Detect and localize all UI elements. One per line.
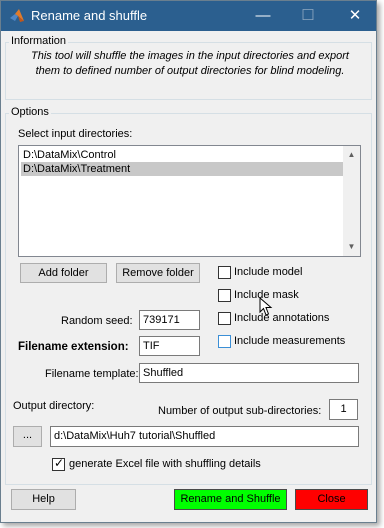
include-measurements-label: Include measurements — [234, 335, 346, 347]
input-dirs-label: Select input directories: — [18, 128, 133, 140]
random-seed-label: Random seed: — [61, 315, 133, 327]
information-text: This tool will shuffle the images in the… — [31, 50, 349, 77]
minimize-button[interactable]: — — [249, 5, 277, 27]
include-model-checkbox[interactable] — [218, 266, 231, 279]
output-directory-input[interactable]: d:\DataMix\Huh7 tutorial\Shuffled — [50, 426, 359, 447]
include-model-label: Include model — [234, 266, 303, 278]
filename-template-label: Filename template: — [45, 368, 139, 380]
remove-folder-button[interactable]: Remove folder — [116, 263, 200, 283]
scroll-down-icon[interactable]: ▼ — [346, 241, 357, 252]
include-annotations-label: Include annotations — [234, 312, 330, 324]
filename-extension-label: Filename extension: — [18, 341, 129, 353]
mouse-cursor-icon — [259, 297, 273, 316]
list-scrollbar[interactable]: ▲ ▼ — [343, 146, 360, 256]
close-window-button[interactable]: ✕ — [341, 5, 369, 27]
filename-extension-input[interactable]: TIF — [139, 336, 200, 356]
include-measurements-checkbox[interactable] — [218, 335, 231, 348]
scroll-up-icon[interactable]: ▲ — [346, 149, 357, 160]
list-item-selected[interactable]: D:\DataMix\Treatment — [21, 162, 343, 176]
window-title: Rename and shuffle — [31, 8, 148, 23]
title-bar[interactable]: Rename and shuffle — ☐ ✕ — [1, 1, 376, 31]
filename-template-input[interactable]: Shuffled — [139, 363, 359, 383]
information-legend: Information — [9, 35, 69, 47]
add-folder-button[interactable]: Add folder — [20, 263, 107, 283]
excel-file-checkbox[interactable] — [52, 456, 65, 471]
help-button[interactable]: Help — [11, 489, 76, 510]
browse-output-button[interactable]: ... — [13, 426, 42, 447]
output-directory-label: Output directory: — [13, 400, 95, 412]
close-button[interactable]: Close — [295, 489, 368, 510]
matlab-logo-icon — [10, 9, 24, 22]
num-subdirs-input[interactable]: 1 — [329, 399, 358, 420]
excel-file-label: generate Excel file with shuffling detai… — [69, 458, 261, 470]
input-directories-list[interactable]: D:\DataMix\Control D:\DataMix\Treatment … — [18, 145, 361, 257]
rename-shuffle-window: Rename and shuffle — ☐ ✕ Information Thi… — [0, 0, 377, 523]
include-mask-checkbox[interactable] — [218, 289, 231, 302]
maximize-button: ☐ — [301, 7, 315, 24]
random-seed-input[interactable]: 739171 — [139, 310, 200, 330]
rename-and-shuffle-button[interactable]: Rename and Shuffle — [174, 489, 287, 510]
list-item[interactable]: D:\DataMix\Control — [21, 148, 343, 162]
include-annotations-checkbox[interactable] — [218, 312, 231, 325]
num-subdirs-label: Number of output sub-directories: — [158, 405, 322, 417]
options-legend: Options — [9, 106, 51, 118]
